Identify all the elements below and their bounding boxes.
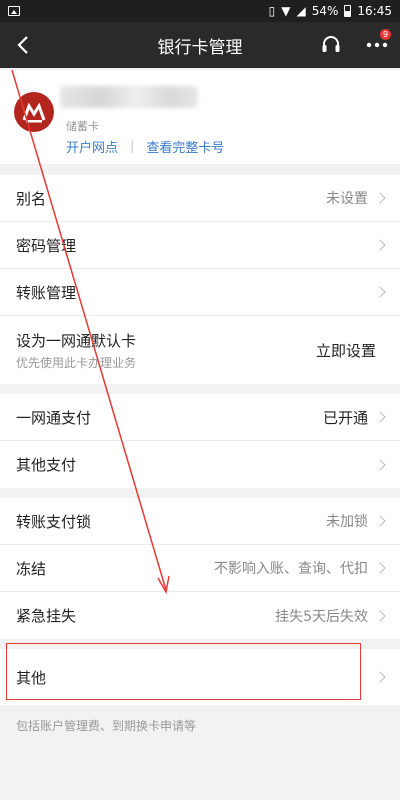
bank-logo [14,92,54,132]
card-type-label: 储蓄卡 [66,120,99,133]
back-button[interactable] [0,22,46,68]
row-alias[interactable]: 别名 未设置 [0,175,400,222]
settings-group-2: 一网通支付 已开通 其他支付 [0,394,400,488]
more-menu-button[interactable]: 9 [354,22,400,68]
row-password-management[interactable]: 密码管理 [0,222,400,269]
row-value: 未加锁 [326,514,368,530]
headset-icon [322,36,340,52]
cmb-logo-icon [22,102,46,123]
gallery-notification-icon [8,6,20,16]
row-sublabel: 优先使用此卡办理业务 [16,355,137,370]
link-divider: | [130,139,135,154]
row-label: 别名 [16,189,47,208]
row-transfer-lock[interactable]: 转账支付锁 未加锁 [0,498,400,545]
row-value: 挂失5天后失效 [275,608,368,625]
row-value: 未设置 [326,191,368,207]
more-dots-icon [366,42,388,48]
row-label: 转账管理 [16,283,77,302]
row-value: 已开通 [322,408,368,427]
clock: 16:45 [357,4,392,18]
customer-service-button[interactable] [308,22,354,68]
chevron-right-icon [374,458,386,471]
row-value: 不影响入账、查询、代扣 [214,561,368,577]
notification-badge: 9 [380,29,391,40]
chevron-right-icon [374,609,386,622]
row-label: 设为一网通默认卡 [16,331,137,350]
row-label: 其他 [16,668,47,687]
row-emergency-report-loss[interactable]: 紧急挂失 挂失5天后失效 [0,592,400,639]
chevron-right-icon [374,562,386,574]
signal-icon: ◢ [296,4,306,18]
vibrate-icon: ▯ [268,4,276,18]
chevron-right-icon [374,239,386,251]
wifi-icon: ▼ [281,4,291,18]
chevron-right-icon [374,411,386,423]
row-transfer-management[interactable]: 转账管理 [0,269,400,316]
set-default-button[interactable]: 立即设置 [316,340,376,361]
nav-bar: 银行卡管理 9 [0,22,400,68]
row-freeze[interactable]: 冻结 不影响入账、查询、代扣 [0,545,400,592]
row-default-card: 设为一网通默认卡 优先使用此卡办理业务 立即设置 [0,316,400,384]
view-full-number-link[interactable]: 查看完整卡号 [146,137,224,156]
settings-group-3: 转账支付锁 未加锁 冻结 不影响入账、查询、代扣 紧急挂失 挂失5天后失效 [0,498,400,639]
row-label: 其他支付 [16,456,77,474]
back-arrow-icon [17,36,28,54]
row-other-payment[interactable]: 其他支付 [0,441,400,488]
chevron-right-icon [374,671,386,683]
row-label: 密码管理 [16,236,77,255]
chevron-right-icon [374,515,386,527]
settings-group-4: 其他 [0,649,400,705]
bank-card-header: 储蓄卡 开户网点 | 查看完整卡号 [0,70,400,165]
battery-percent: 54% [311,4,339,18]
row-label: 紧急挂失 [16,607,77,625]
row-label: 一网通支付 [16,408,92,427]
row-label: 转账支付锁 [16,512,92,531]
chevron-right-icon [374,286,386,298]
branch-link[interactable]: 开户网点 [66,137,118,156]
masked-card-number [60,86,198,108]
row-other[interactable]: 其他 [0,649,400,705]
row-label: 冻结 [16,559,47,578]
row-yiwangtong-pay[interactable]: 一网通支付 已开通 [0,394,400,441]
battery-icon [344,5,352,17]
status-bar: ▯ ▼ ◢ 54% 16:45 [0,0,400,22]
other-description: 包括账户管理费、到期换卡申请等 [16,719,197,733]
chevron-right-icon [374,192,386,204]
settings-group-1: 别名 未设置 密码管理 转账管理 设为一网通默认卡 优先使用此卡办理业务 立即设… [0,175,400,384]
